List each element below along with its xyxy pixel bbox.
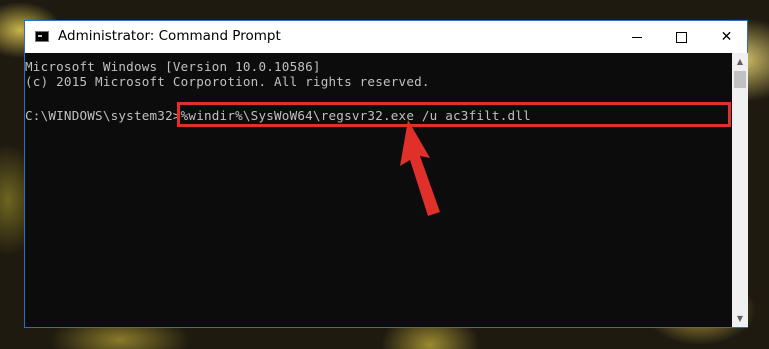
title-bar[interactable]: Administrator: Command Prompt ✕ bbox=[25, 21, 747, 53]
maximize-icon bbox=[676, 31, 687, 43]
console-icon bbox=[35, 31, 49, 42]
command-prompt-window: Administrator: Command Prompt ✕ Microsof… bbox=[24, 20, 748, 328]
scroll-up-icon[interactable]: ▲ bbox=[732, 53, 748, 70]
window-title: Administrator: Command Prompt bbox=[58, 28, 281, 44]
vertical-scrollbar[interactable]: ▲ ▼ bbox=[732, 53, 748, 327]
command-highlight-box bbox=[177, 102, 731, 127]
maximize-button[interactable] bbox=[659, 21, 704, 53]
red-arrow-icon bbox=[400, 120, 440, 216]
scroll-thumb[interactable] bbox=[734, 71, 746, 88]
console-line-copyright: (c) 2015 Microsoft Corporotion. All righ… bbox=[25, 74, 430, 89]
close-button[interactable]: ✕ bbox=[704, 21, 749, 53]
console-output[interactable]: Microsoft Windows [Version 10.0.10586] (… bbox=[25, 53, 732, 327]
console-line-version: Microsoft Windows [Version 10.0.10586] bbox=[25, 59, 321, 74]
scroll-down-icon[interactable]: ▼ bbox=[732, 310, 748, 327]
arrow-shape bbox=[400, 120, 440, 216]
minimize-button[interactable] bbox=[614, 21, 659, 53]
minimize-icon bbox=[631, 36, 642, 38]
close-icon: ✕ bbox=[720, 29, 733, 45]
